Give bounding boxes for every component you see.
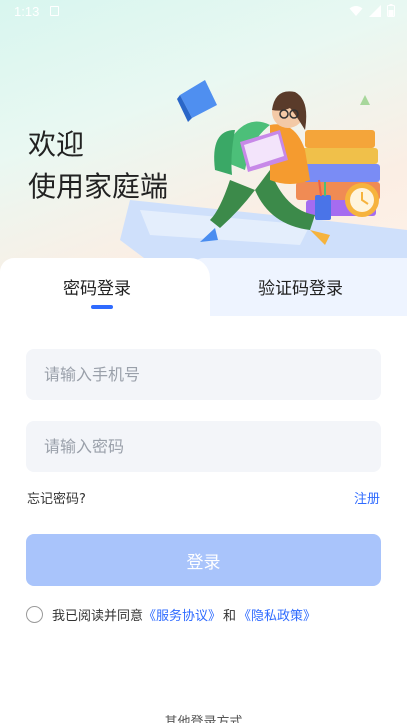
forgot-password-link[interactable]: 忘记密码?: [27, 488, 86, 507]
battery-icon: [387, 4, 395, 17]
agreement-and: 和: [223, 608, 237, 624]
hero-banner: 1:13 欢迎 使用家庭端: [0, 0, 407, 300]
login-button[interactable]: 登录: [26, 534, 381, 586]
status-icons: [349, 4, 395, 17]
status-bar: 1:13: [0, 0, 407, 24]
privacy-policy-link[interactable]: 《隐私政策》: [238, 605, 316, 624]
register-link[interactable]: 注册: [354, 488, 380, 507]
tab-password-login[interactable]: 密码登录: [63, 274, 131, 299]
agreement-checkbox[interactable]: [26, 605, 43, 623]
agreement-prefix: 我已阅读并同意: [52, 608, 144, 624]
password-input[interactable]: [26, 421, 381, 472]
login-tabs: 密码登录 验证码登录: [0, 258, 407, 320]
wifi-icon: [349, 5, 363, 16]
other-login-methods: 其他登录方式: [164, 715, 243, 723]
phone-input[interactable]: [26, 349, 381, 400]
tab-code-login[interactable]: 验证码登录: [258, 274, 343, 299]
cellular-signal-icon: [369, 4, 381, 17]
active-tab-indicator: [91, 305, 113, 309]
service-agreement-link[interactable]: 《服务协议》: [143, 605, 221, 624]
status-time: 1:13: [14, 4, 40, 19]
notification-icon: [50, 6, 59, 16]
reading-girl-illustration: [120, 80, 407, 270]
agreement-row: 我已阅读并同意 《服务协议》 和 《隐私政策》: [26, 604, 316, 624]
